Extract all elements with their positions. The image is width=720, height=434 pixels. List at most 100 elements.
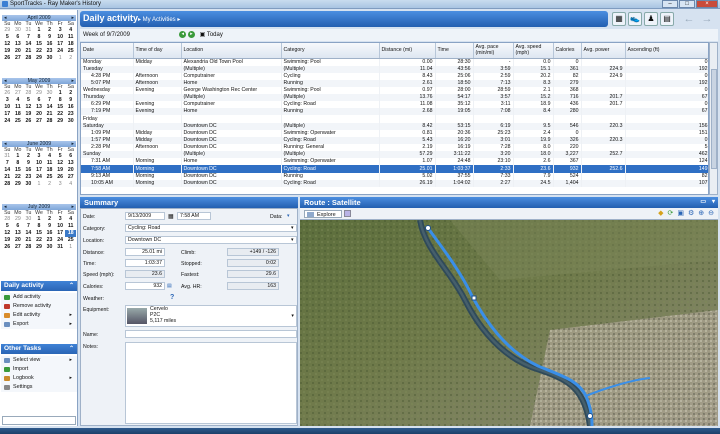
back-arrow-icon[interactable]: ← xyxy=(680,12,698,26)
calendar-day[interactable]: 29 xyxy=(13,181,24,188)
calendar-day[interactable]: 28 xyxy=(23,244,34,251)
calendar-day[interactable]: 17 xyxy=(2,111,13,118)
calendar-day[interactable]: 5 xyxy=(2,223,13,230)
chevron-down-icon[interactable]: ▾ xyxy=(291,313,294,320)
calendar-day[interactable]: 12 xyxy=(2,230,13,237)
table-row[interactable]: 9:13 AM Morning Downtown DC Running 5.02 37:5… xyxy=(81,172,708,180)
calendar-day[interactable]: 4 xyxy=(65,181,76,188)
calendar-day[interactable]: 15 xyxy=(34,41,45,48)
calendar-day[interactable]: 15 xyxy=(13,167,24,174)
calendar-day[interactable]: 29 xyxy=(13,216,24,223)
calendar-day[interactable]: 20 xyxy=(13,237,24,244)
calendar-day[interactable]: 18 xyxy=(65,230,76,237)
table-row[interactable]: Thursday (Multiple) (Multiple) 13.76 54:17 3:… xyxy=(81,94,708,102)
next-month-icon[interactable]: ▸ xyxy=(71,141,74,147)
collapse-icon[interactable]: ⌃ xyxy=(69,282,74,289)
calendar-day[interactable]: 26 xyxy=(2,55,13,62)
calendar-day[interactable]: 14 xyxy=(2,167,13,174)
table-row[interactable]: 4:28 PM Afternoon Computrainer Cycling 8.43 2… xyxy=(81,72,708,80)
calendar-day[interactable]: 11 xyxy=(44,160,55,167)
calendar-day[interactable]: 28 xyxy=(44,118,55,125)
calendar-day[interactable]: 2 xyxy=(44,181,55,188)
category-select[interactable]: Cycling: Road xyxy=(125,224,297,232)
calendar-day[interactable]: 30 xyxy=(23,181,34,188)
calendar-day[interactable]: 3 xyxy=(34,153,45,160)
calendar-day[interactable]: 15 xyxy=(55,104,66,111)
calendar-day[interactable]: 1 xyxy=(34,27,45,34)
calendar-day[interactable]: 30 xyxy=(44,244,55,251)
calendar-day[interactable]: 30 xyxy=(13,27,24,34)
calendar-day[interactable]: 30 xyxy=(23,216,34,223)
table-row[interactable]: 6:29 PM Evening Computrainer Cycling: Road 1… xyxy=(81,101,708,109)
calendar-day[interactable]: 10 xyxy=(2,104,13,111)
task-add[interactable]: Add activity xyxy=(1,293,77,302)
calendar-day[interactable]: 26 xyxy=(2,244,13,251)
calendar-day[interactable]: 8 xyxy=(34,34,45,41)
calendar-day[interactable]: 21 xyxy=(2,174,13,181)
calendar-day[interactable]: 15 xyxy=(34,230,45,237)
prev-week-icon[interactable]: ◂ xyxy=(179,30,187,38)
scroll-thumb[interactable] xyxy=(711,69,717,169)
calendar-day[interactable]: 9 xyxy=(23,160,34,167)
calendar-day[interactable]: 3 xyxy=(55,181,66,188)
zoom-in-icon[interactable]: ⊕ xyxy=(698,209,704,217)
calendar-day[interactable]: 14 xyxy=(23,230,34,237)
calendar-day[interactable]: 17 xyxy=(55,41,66,48)
calendar-day[interactable]: 21 xyxy=(44,111,55,118)
calendar-day[interactable]: 8 xyxy=(34,223,45,230)
calendar-day[interactable]: 5 xyxy=(55,153,66,160)
calendar-day[interactable]: 27 xyxy=(13,244,24,251)
calendar-day[interactable]: 27 xyxy=(65,174,76,181)
calendar-day[interactable]: 28 xyxy=(23,55,34,62)
table-row[interactable]: 7:58 AM Morning Downtown DC Cycling: Road 25… xyxy=(81,165,708,173)
calendar-day[interactable]: 6 xyxy=(65,153,76,160)
layer-icon[interactable] xyxy=(344,210,351,217)
calendar-day[interactable]: 18 xyxy=(13,111,24,118)
table-row[interactable]: 5:07 PM Afternoon Home Running 2.61 18:50 7:13… xyxy=(81,79,708,87)
calendar-day[interactable]: 9 xyxy=(44,34,55,41)
task-settings[interactable]: Settings xyxy=(1,383,77,392)
calendar-day[interactable]: 27 xyxy=(13,55,24,62)
column-header[interactable]: Time of day xyxy=(133,43,182,59)
route-start-marker[interactable] xyxy=(425,225,431,231)
collapse-icon[interactable]: ⌃ xyxy=(69,345,74,352)
column-header[interactable]: Ascending (ft) xyxy=(625,43,708,59)
location-select[interactable]: Downtown DC xyxy=(125,236,297,244)
calendar-day[interactable]: 13 xyxy=(34,104,45,111)
calendar-day[interactable]: 10 xyxy=(55,223,66,230)
calendar-day[interactable]: 11 xyxy=(65,34,76,41)
close-button[interactable]: × xyxy=(696,0,718,8)
column-header[interactable]: Location xyxy=(181,43,282,59)
logbook-icon[interactable]: ▤ xyxy=(660,12,674,26)
explore-button[interactable]: Explore xyxy=(304,210,342,218)
calendar-day[interactable]: 6 xyxy=(13,223,24,230)
calculator-icon[interactable]: ▤ xyxy=(167,283,172,289)
table-row[interactable]: 1:09 PM Midday Downtown DC Swimming: Openwa… xyxy=(81,129,708,137)
calendar-day[interactable]: 28 xyxy=(23,90,34,97)
next-month-icon[interactable]: ▸ xyxy=(71,15,74,21)
route-dropdown-icon[interactable]: ▾ xyxy=(712,198,715,205)
name-field[interactable] xyxy=(125,330,297,338)
calendar-day[interactable]: 28 xyxy=(2,181,13,188)
calendar-day[interactable]: 19 xyxy=(2,237,13,244)
activity-grid[interactable]: Date Time of day Location Category Distance … xyxy=(80,42,709,195)
time-value-field[interactable]: 1:03:37 xyxy=(125,259,165,267)
daily-activity-panel-header[interactable]: Daily activity ⌃ xyxy=(1,281,77,291)
calendar-day[interactable]: 3 xyxy=(2,97,13,104)
map-settings-icon[interactable]: ⚙ xyxy=(688,209,694,217)
calendar-day[interactable]: 18 xyxy=(44,167,55,174)
calendar-day[interactable]: 29 xyxy=(55,118,66,125)
calendar-day[interactable]: 23 xyxy=(23,174,34,181)
calendar-day[interactable]: 12 xyxy=(2,41,13,48)
next-month-icon[interactable]: ▸ xyxy=(71,204,74,210)
refresh-icon[interactable]: ⟳ xyxy=(667,209,673,217)
calendar-day[interactable]: 11 xyxy=(13,104,24,111)
prev-month-icon[interactable]: ◂ xyxy=(4,204,7,210)
calendar-day[interactable]: 29 xyxy=(34,90,45,97)
calendar-day[interactable]: 30 xyxy=(44,55,55,62)
calendar-day[interactable]: 24 xyxy=(34,174,45,181)
calendar-day[interactable]: 27 xyxy=(34,118,45,125)
calendar-day[interactable]: 6 xyxy=(34,97,45,104)
calendar-day[interactable]: 30 xyxy=(44,90,55,97)
chevron-down-icon[interactable]: ▾ xyxy=(291,237,294,243)
